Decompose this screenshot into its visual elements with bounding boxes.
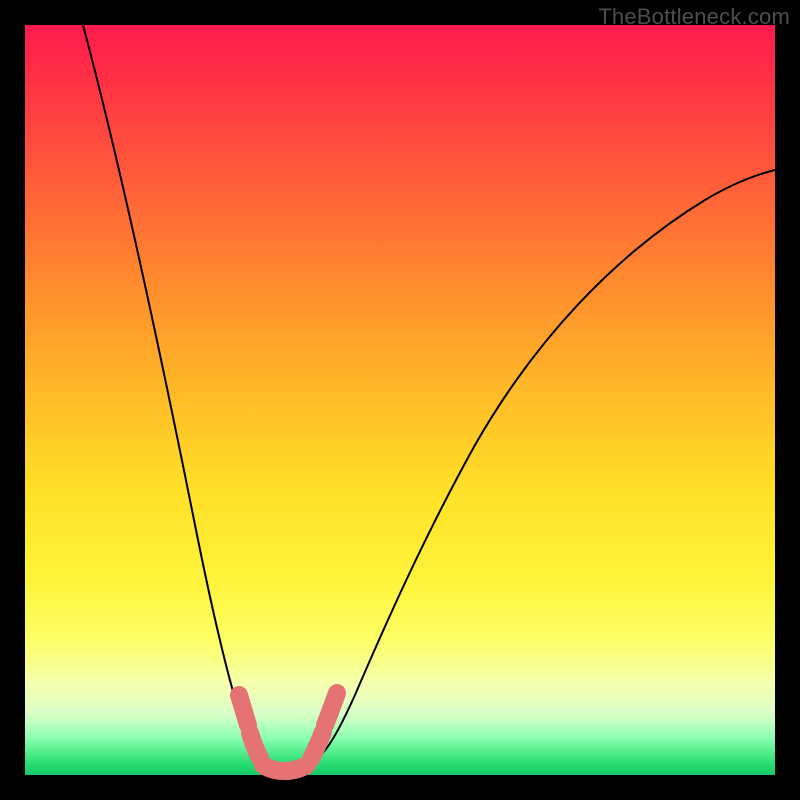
accent-right-lower [311, 732, 323, 759]
accent-bottom [263, 765, 307, 771]
accent-left-upper [239, 695, 248, 725]
accent-right-upper [325, 693, 337, 725]
bottleneck-curve [25, 25, 775, 775]
accent-left-lower [250, 733, 260, 758]
watermark-text: TheBottleneck.com [598, 4, 790, 30]
curve-path [83, 25, 775, 771]
plot-area [25, 25, 775, 775]
